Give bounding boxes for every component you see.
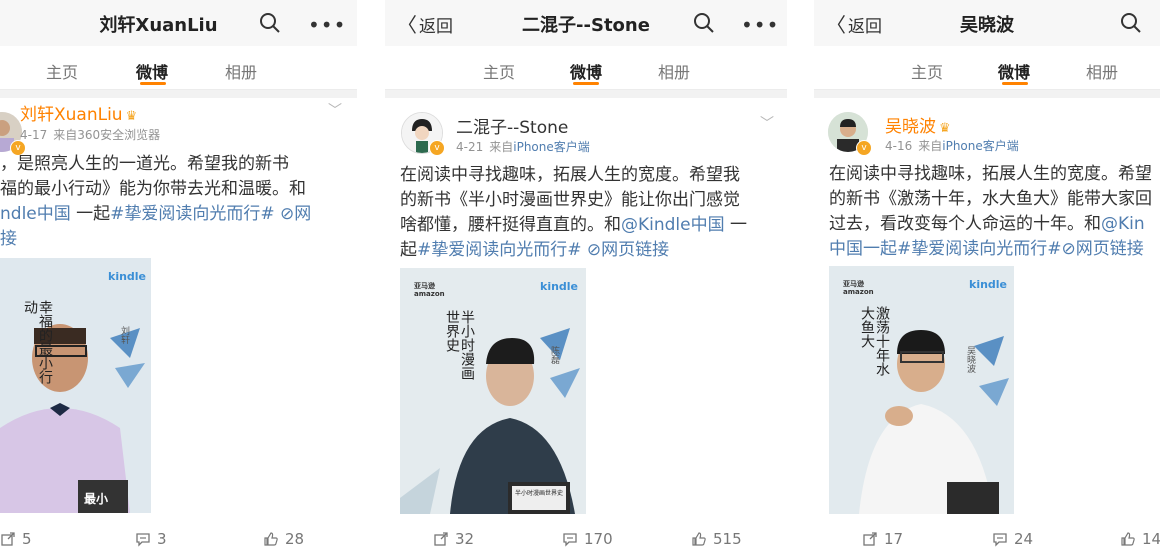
book-title: 幸福的最小行动 bbox=[22, 300, 53, 384]
comment-icon bbox=[993, 533, 1007, 547]
weibo-panel-stone: 〈返回 二混子--Stone ••• 主页 微博 相册 v 二混子--Stone… bbox=[385, 0, 787, 557]
divider bbox=[385, 90, 787, 98]
profile-tabs: 主页 微博 相册 bbox=[0, 47, 357, 90]
kindle-logo: kindle bbox=[969, 278, 1008, 291]
post-text: 在阅读中寻找趣味，拓展人生的宽度。希望我 的新书《半小时漫画世界史》能让你出门感… bbox=[400, 165, 748, 260]
post-meta: 4-16 来自iPhone客户端 bbox=[885, 139, 1019, 153]
comment-button[interactable]: 24 bbox=[992, 530, 1033, 548]
kindle-logo: kindle bbox=[540, 280, 579, 293]
mention-link[interactable]: @Kindle中国 bbox=[621, 215, 725, 235]
nav-header: 〈返回 二混子--Stone ••• bbox=[385, 0, 787, 46]
post-image[interactable]: 亚马逊 amazon kindle 半小时漫画世界史 陈磊 半小时漫画世界史 bbox=[400, 268, 586, 514]
header-title: 刘轩XuanLiu bbox=[99, 15, 218, 36]
verified-badge-icon: v bbox=[429, 140, 445, 156]
verified-badge-icon: v bbox=[856, 140, 872, 156]
comment-button[interactable]: 170 bbox=[562, 530, 613, 548]
comment-icon bbox=[563, 533, 577, 547]
search-icon[interactable] bbox=[258, 11, 282, 35]
like-button[interactable]: 28 bbox=[263, 530, 304, 548]
mention-link[interactable]: @Kin bbox=[1101, 214, 1145, 234]
hashtag-link[interactable]: #挚爱阅读向光而行# bbox=[417, 240, 582, 260]
post-text: 在阅读中寻找趣味，拓展人生的宽度。希望 的新书《激荡十年，水大鱼大》能带大家回 … bbox=[829, 164, 1152, 259]
author-name: 陈磊 bbox=[549, 346, 559, 364]
profile-tabs: 主页 微博 相册 bbox=[814, 47, 1160, 90]
tab-weibo[interactable]: 微博 bbox=[136, 59, 168, 83]
thumbs-up-icon bbox=[264, 532, 278, 546]
kindle-logo: kindle bbox=[108, 270, 147, 283]
book-title: 激荡十年水大鱼大 bbox=[859, 306, 890, 376]
tab-album[interactable]: 相册 bbox=[1086, 59, 1118, 83]
author-name: 吴晓波 bbox=[965, 346, 975, 373]
like-button[interactable]: 14 bbox=[1120, 530, 1160, 548]
amazon-logo: 亚马逊 amazon bbox=[414, 282, 445, 298]
vip-crown-icon: ♛ bbox=[125, 109, 138, 124]
thumbs-up-icon bbox=[1121, 532, 1135, 546]
device-screen-text: 半小时漫画世界史 bbox=[514, 490, 563, 497]
weibo-panel-xuanliu: 刘轩XuanLiu ••• 主页 微博 相册 v 刘轩XuanLiu ♛ 4-17… bbox=[0, 0, 357, 557]
post-text: ，是照亮人生的一道光。希望我的新书 福的最小行动》能为你带去光和温暖。和 ndl… bbox=[0, 154, 312, 249]
post-meta: 4-21 来自iPhone客户端 bbox=[456, 140, 590, 154]
vip-crown-icon: ♛ bbox=[939, 121, 951, 136]
nav-header: 〈返回 吴晓波 bbox=[814, 0, 1160, 46]
username[interactable]: 吴晓波 ♛ bbox=[885, 112, 951, 137]
web-link[interactable]: ⊘网 bbox=[275, 204, 311, 224]
header-title: 吴晓波 bbox=[960, 15, 1014, 36]
repost-button[interactable]: 5 bbox=[0, 530, 32, 548]
tab-weibo[interactable]: 微博 bbox=[998, 59, 1030, 83]
tab-home[interactable]: 主页 bbox=[483, 59, 515, 83]
tab-active-indicator bbox=[140, 82, 166, 85]
book-title: 半小时漫画世界史 bbox=[444, 310, 475, 380]
tab-home[interactable]: 主页 bbox=[911, 59, 943, 83]
repost-button[interactable]: 17 bbox=[862, 530, 903, 548]
profile-tabs: 主页 微博 相册 bbox=[385, 47, 787, 90]
repost-icon bbox=[863, 532, 877, 546]
chevron-down-icon[interactable]: ﹀ bbox=[760, 113, 774, 133]
device-screen-text: 最小 bbox=[84, 492, 109, 506]
author-name: 刘轩 bbox=[119, 326, 129, 344]
username[interactable]: 刘轩XuanLiu ♛ bbox=[20, 100, 137, 125]
post-meta: 4-17 来自360安全浏览器 bbox=[20, 128, 161, 142]
web-link[interactable]: ⊘网页链接 bbox=[1062, 239, 1144, 259]
more-icon[interactable]: ••• bbox=[741, 13, 779, 37]
header-title: 二混子--Stone bbox=[522, 15, 650, 36]
like-button[interactable]: 515 bbox=[691, 530, 742, 548]
username[interactable]: 二混子--Stone bbox=[456, 113, 568, 138]
weibo-panel-wuxiaobo: 〈返回 吴晓波 主页 微博 相册 v 吴晓波 ♛ 4-16 来自iPhone客户端 … bbox=[814, 0, 1160, 557]
repost-icon bbox=[1, 532, 15, 546]
nav-header: 刘轩XuanLiu ••• bbox=[0, 0, 357, 46]
comment-button[interactable]: 3 bbox=[135, 530, 167, 548]
tab-album[interactable]: 相册 bbox=[658, 59, 690, 83]
amazon-logo: 亚马逊 amazon bbox=[843, 280, 874, 296]
thumbs-up-icon bbox=[692, 532, 706, 546]
hashtag-link[interactable]: #挚爱阅读向光而行# bbox=[110, 204, 275, 224]
post-image[interactable]: kindle 幸福的最小行动 刘轩 最小 bbox=[0, 258, 151, 513]
tab-active-indicator bbox=[573, 82, 599, 85]
hashtag-link[interactable]: #挚爱阅读向光而行# bbox=[897, 239, 1062, 259]
tab-album[interactable]: 相册 bbox=[225, 59, 257, 83]
divider bbox=[814, 90, 1160, 98]
divider bbox=[0, 90, 357, 98]
repost-icon bbox=[434, 532, 448, 546]
more-icon[interactable]: ••• bbox=[308, 13, 346, 37]
tab-weibo[interactable]: 微博 bbox=[570, 59, 602, 83]
comment-icon bbox=[136, 533, 150, 547]
chevron-down-icon[interactable]: ﹀ bbox=[328, 100, 342, 120]
tab-active-indicator bbox=[1002, 82, 1028, 85]
web-link[interactable]: ⊘网页链接 bbox=[582, 240, 669, 260]
search-icon[interactable] bbox=[1119, 11, 1143, 35]
mention-link[interactable]: ndle中国 bbox=[0, 204, 71, 224]
post-image[interactable]: 亚马逊 amazon kindle 激荡十年水大鱼大 吴晓波 bbox=[829, 266, 1014, 514]
search-icon[interactable] bbox=[692, 11, 716, 35]
repost-button[interactable]: 32 bbox=[433, 530, 474, 548]
tab-home[interactable]: 主页 bbox=[46, 59, 78, 83]
